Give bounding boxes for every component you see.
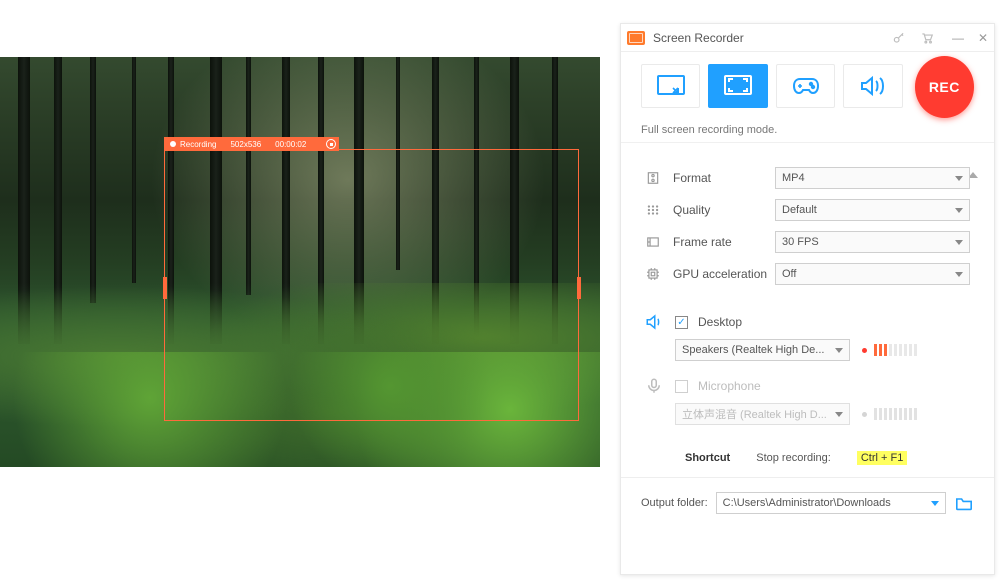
framerate-icon xyxy=(645,234,661,250)
microphone-meter xyxy=(862,407,917,421)
microphone-icon xyxy=(645,377,663,395)
framerate-label: Frame rate xyxy=(673,235,775,249)
recording-dimensions: 502x536 xyxy=(230,140,261,149)
microphone-checkbox[interactable] xyxy=(675,380,688,393)
video-settings: Format MP4 Quality Default Frame rate 30… xyxy=(621,147,994,299)
recorder-panel: Screen Recorder — ✕ REC Full screen r xyxy=(620,23,995,575)
speaker-icon xyxy=(645,313,663,331)
format-label: Format xyxy=(673,171,775,185)
chevron-down-icon xyxy=(835,412,843,417)
recording-elapsed: 00:00:02 xyxy=(275,140,306,149)
titlebar: Screen Recorder — ✕ xyxy=(621,24,994,52)
shortcut-keys[interactable]: Ctrl + F1 xyxy=(857,451,907,465)
framerate-select[interactable]: 30 FPS xyxy=(775,231,970,253)
record-button[interactable]: REC xyxy=(915,56,974,118)
recording-preview: Recording 502x536 00:00:02 xyxy=(0,57,600,467)
desktop-audio-label: Desktop xyxy=(698,315,742,329)
mode-audio-button[interactable] xyxy=(843,64,902,108)
quality-select[interactable]: Default xyxy=(775,199,970,221)
mode-description: Full screen recording mode. xyxy=(621,124,994,143)
open-folder-icon[interactable] xyxy=(954,495,974,511)
cart-icon[interactable] xyxy=(920,31,934,45)
microphone-device-select[interactable]: 立体声混音 (Realtek High D... xyxy=(675,403,850,425)
mode-row: REC xyxy=(621,52,994,124)
output-label: Output folder: xyxy=(641,497,708,509)
minimize-button[interactable]: — xyxy=(952,31,964,45)
chevron-down-icon xyxy=(955,272,963,277)
chevron-down-icon xyxy=(955,240,963,245)
microphone-block: Microphone 立体声混音 (Realtek High D... xyxy=(621,363,994,427)
output-path-select[interactable]: C:\Users\Administrator\Downloads xyxy=(716,492,946,514)
chevron-down-icon xyxy=(931,501,939,506)
mode-fullscreen-button[interactable] xyxy=(708,64,767,108)
resize-handle-right[interactable] xyxy=(577,277,581,299)
close-button[interactable]: ✕ xyxy=(978,31,988,45)
chevron-down-icon xyxy=(955,208,963,213)
resize-handle-left[interactable] xyxy=(163,277,167,299)
format-select[interactable]: MP4 xyxy=(775,167,970,189)
app-logo-icon xyxy=(627,31,645,45)
gpu-icon xyxy=(645,266,661,282)
key-icon[interactable] xyxy=(892,31,906,45)
gpu-select[interactable]: Off xyxy=(775,263,970,285)
recording-region-frame[interactable] xyxy=(164,149,579,421)
shortcut-row: Shortcut Stop recording: Ctrl + F1 xyxy=(621,427,994,478)
shortcut-action: Stop recording: xyxy=(756,452,831,464)
stop-recording-icon[interactable] xyxy=(326,139,336,149)
desktop-audio-checkbox[interactable]: ✓ xyxy=(675,316,688,329)
mode-region-button[interactable] xyxy=(641,64,700,108)
gpu-label: GPU acceleration xyxy=(673,267,775,281)
quality-label: Quality xyxy=(673,203,775,217)
desktop-audio-block: ✓ Desktop Speakers (Realtek High De... xyxy=(621,299,994,363)
chevron-down-icon xyxy=(955,176,963,181)
quality-icon xyxy=(645,202,661,218)
output-row: Output folder: C:\Users\Administrator\Do… xyxy=(621,478,994,528)
format-icon xyxy=(645,170,661,186)
microphone-label: Microphone xyxy=(698,379,761,393)
mode-game-button[interactable] xyxy=(776,64,835,108)
desktop-device-select[interactable]: Speakers (Realtek High De... xyxy=(675,339,850,361)
app-title: Screen Recorder xyxy=(653,31,744,45)
desktop-audio-meter xyxy=(862,343,917,357)
recording-status: Recording xyxy=(170,140,216,149)
chevron-down-icon xyxy=(835,348,843,353)
shortcut-heading: Shortcut xyxy=(685,452,730,464)
